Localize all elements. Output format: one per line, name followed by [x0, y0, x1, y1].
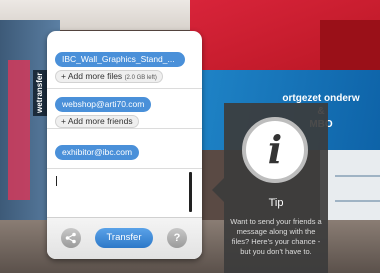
left-booth-graphic — [8, 60, 30, 200]
tip-title: Tip — [268, 197, 284, 209]
help-button[interactable]: ? — [167, 228, 187, 248]
panel-footer: Transfer ? — [47, 217, 202, 259]
tip-panel: i Tip Want to send your friends a messag… — [224, 103, 328, 273]
info-icon-glyph: i — [267, 127, 283, 172]
transfer-button[interactable]: Transfer — [95, 228, 153, 248]
file-chip[interactable]: IBC_Wall_Graphics_Stand_... — [55, 52, 185, 67]
shelf — [335, 175, 380, 177]
transfer-panel: IBC_Wall_Graphics_Stand_... + Add more f… — [47, 31, 202, 259]
add-files-label: + Add more files — [61, 71, 123, 81]
files-section: IBC_Wall_Graphics_Stand_... + Add more f… — [47, 31, 202, 89]
add-friends-label: + Add more friends — [61, 116, 133, 126]
sender-section: exhibitor@ibc.com — [47, 129, 202, 169]
text-cursor — [56, 176, 57, 186]
shelf — [335, 200, 380, 202]
add-friends-button[interactable]: + Add more friends — [55, 115, 139, 128]
friend-email-chip[interactable]: webshop@arti70.com — [55, 97, 152, 112]
message-scrollbar[interactable] — [189, 172, 192, 212]
share-button[interactable] — [61, 228, 81, 248]
info-icon: i — [242, 117, 308, 183]
message-field[interactable] — [53, 172, 195, 212]
tip-body: Want to send your friends a message alon… — [230, 217, 322, 256]
tip-pointer — [212, 178, 224, 202]
storage-left: (2.0 GB left) — [124, 75, 157, 81]
wetransfer-logo: wetransfer — [33, 70, 47, 116]
share-icon — [65, 232, 76, 244]
add-files-button[interactable]: + Add more files (2.0 GB left) — [55, 70, 163, 83]
sender-email-chip[interactable]: exhibitor@ibc.com — [55, 145, 140, 160]
friends-section: webshop@arti70.com + Add more friends — [47, 89, 202, 129]
